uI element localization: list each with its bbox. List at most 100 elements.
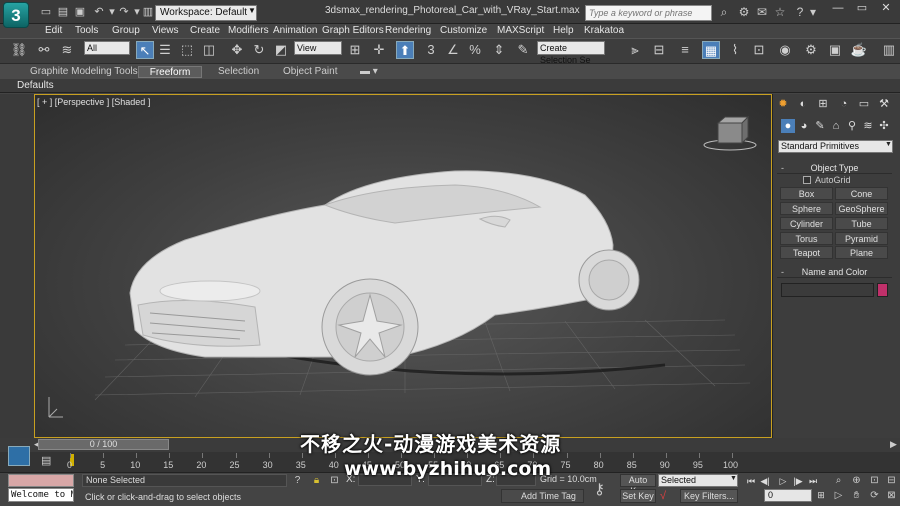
set-key-button[interactable]: Set Key	[620, 489, 656, 503]
utilities-tab-icon[interactable]: ⚒	[877, 97, 891, 111]
material-editor-icon[interactable]: ◉	[776, 41, 794, 59]
space-warps-icon[interactable]: ≋	[861, 119, 875, 133]
rendered-frame-icon[interactable]: ▣	[826, 41, 844, 59]
previous-key-icon[interactable]: ◀|	[759, 475, 771, 487]
search-input[interactable]	[585, 5, 712, 21]
save-file-icon[interactable]: ▣	[72, 4, 88, 20]
menu-create[interactable]: Create	[190, 24, 220, 38]
key-filters-button[interactable]: Key Filters...	[680, 489, 738, 503]
lights-icon[interactable]: ✎	[813, 119, 827, 133]
create-tab-icon[interactable]: ✹	[776, 97, 790, 111]
reference-coord-dropdown[interactable]: View	[294, 41, 342, 55]
sphere-button[interactable]: Sphere	[780, 202, 833, 215]
chevron-down-icon[interactable]: ▼	[248, 6, 256, 15]
zoom-icon[interactable]: ⌕	[832, 474, 845, 487]
percent-snap-icon[interactable]: %	[466, 41, 484, 59]
help-dropdown-icon[interactable]: ▾	[805, 4, 821, 20]
menu-help[interactable]: Help	[553, 24, 574, 38]
geometry-icon[interactable]: ●	[781, 119, 795, 133]
tab-selection[interactable]: Selection	[218, 66, 259, 78]
menu-customize[interactable]: Customize	[440, 24, 487, 38]
maxscript-listener[interactable]: Welcome to M	[8, 488, 74, 502]
pyramid-button[interactable]: Pyramid	[835, 232, 888, 245]
torus-button[interactable]: Torus	[780, 232, 833, 245]
mirror-icon[interactable]: ⫸	[626, 41, 644, 59]
go-to-end-icon[interactable]: ⏭	[807, 475, 819, 487]
rollout-collapse-icon[interactable]: -	[781, 266, 784, 278]
tab-graphite-modeling-tools[interactable]: Graphite Modeling Tools	[30, 66, 138, 78]
display-tab-icon[interactable]: ▭	[857, 97, 871, 111]
menu-modifiers[interactable]: Modifiers	[228, 24, 269, 38]
object-category-dropdown[interactable]: Standard Primitives	[778, 140, 893, 153]
tab-freeform[interactable]: Freeform	[138, 66, 202, 78]
binoculars-icon[interactable]: ⌕	[716, 4, 732, 20]
pivot-center-icon[interactable]: ⊞	[346, 41, 364, 59]
layer-manager-icon[interactable]: ≡	[676, 41, 694, 59]
align-icon[interactable]: ⊟	[650, 41, 668, 59]
zoom-extents-icon[interactable]: ⊡	[868, 474, 881, 487]
modify-tab-icon[interactable]: ◐	[796, 97, 810, 111]
autogrid-checkbox[interactable]	[803, 176, 811, 184]
rotate-icon[interactable]: ↻	[250, 41, 268, 59]
new-file-icon[interactable]: ▭	[38, 4, 54, 20]
maximize-viewport-icon[interactable]: ⊠	[885, 489, 898, 502]
object-color-swatch[interactable]	[877, 283, 888, 297]
next-key-icon[interactable]: |▶	[792, 475, 804, 487]
selection-filter-dropdown[interactable]: All	[84, 41, 130, 55]
tube-button[interactable]: Tube	[835, 217, 888, 230]
go-to-start-icon[interactable]: ⏮	[745, 475, 757, 487]
menu-views[interactable]: Views	[152, 24, 179, 38]
chevron-down-icon[interactable]: ▼	[730, 475, 737, 482]
close-icon[interactable]: ✕	[874, 0, 898, 16]
lock-selection-icon[interactable]: 🔒︎	[310, 475, 323, 487]
time-config-icon[interactable]: ⊞	[815, 489, 827, 501]
graphite-toggle-icon[interactable]: ▦	[702, 41, 720, 59]
select-by-name-icon[interactable]: ☰	[156, 41, 174, 59]
curve-editor-icon[interactable]: ⌇	[726, 41, 744, 59]
bind-space-warp-icon[interactable]: ≋	[58, 41, 76, 59]
named-selection-field[interactable]: Create Selection Se	[537, 41, 605, 65]
render-production-icon[interactable]: ☕	[850, 41, 868, 59]
tab-object-paint[interactable]: Object Paint	[283, 66, 337, 78]
select-object-icon[interactable]: ↖	[136, 41, 154, 59]
angle-snap-icon[interactable]: ∠	[444, 41, 462, 59]
window-crossing-icon[interactable]: ◫	[200, 41, 218, 59]
current-frame-field[interactable]: 0	[764, 489, 812, 502]
manipulate-icon[interactable]: ✛	[370, 41, 388, 59]
menu-graph-editors[interactable]: Graph Editors	[322, 24, 384, 38]
scene-explorer-icon[interactable]: ▥	[880, 41, 898, 59]
scale-icon[interactable]: ◩	[272, 41, 290, 59]
next-frame-icon[interactable]: ▶	[890, 439, 897, 450]
render-setup-icon[interactable]: ⚙	[802, 41, 820, 59]
help-icon[interactable]: ?	[291, 475, 304, 487]
perspective-viewport[interactable]	[34, 94, 772, 438]
geosphere-button[interactable]: GeoSphere	[835, 202, 888, 215]
spinner-snap-icon[interactable]: ⇕	[490, 41, 508, 59]
key-mode-dropdown[interactable]: Selected	[658, 474, 738, 487]
snaps-toggle-icon[interactable]: 3	[422, 41, 440, 59]
pan-icon[interactable]: ✋︎	[850, 489, 863, 502]
cylinder-button[interactable]: Cylinder	[780, 217, 833, 230]
teapot-button[interactable]: Teapot	[780, 246, 833, 259]
auto-key-button[interactable]: Auto Key	[620, 474, 656, 496]
unlink-icon[interactable]: ⚯	[35, 41, 53, 59]
add-time-tag-button[interactable]: Add Time Tag	[501, 489, 584, 503]
field-of-view-icon[interactable]: ▷	[832, 489, 845, 502]
maximize-icon[interactable]: ▭	[850, 0, 874, 16]
motion-tab-icon[interactable]: ◔	[837, 97, 851, 111]
key-icon[interactable]: ⚷	[594, 480, 605, 498]
open-file-icon[interactable]: ▤	[55, 4, 71, 20]
menu-edit[interactable]: Edit	[45, 24, 62, 38]
time-slider[interactable]: 0 / 100	[38, 439, 169, 450]
app-logo-icon[interactable]: 3	[3, 2, 29, 28]
communication-icon[interactable]: ✉	[754, 4, 770, 20]
schematic-view-icon[interactable]: ⊡	[750, 41, 768, 59]
object-name-field[interactable]	[781, 283, 874, 297]
edit-named-selection-icon[interactable]: ✎	[514, 41, 532, 59]
hierarchy-tab-icon[interactable]: ⊞	[816, 97, 830, 111]
play-icon[interactable]: ▷	[777, 475, 789, 487]
menu-krakatoa[interactable]: Krakatoa	[584, 24, 624, 38]
mini-curve-editor-toggle[interactable]	[8, 446, 30, 466]
rollout-collapse-icon[interactable]: -	[781, 162, 784, 174]
viewport-label[interactable]: [ + ] [Perspective ] [Shaded ]	[37, 97, 150, 107]
